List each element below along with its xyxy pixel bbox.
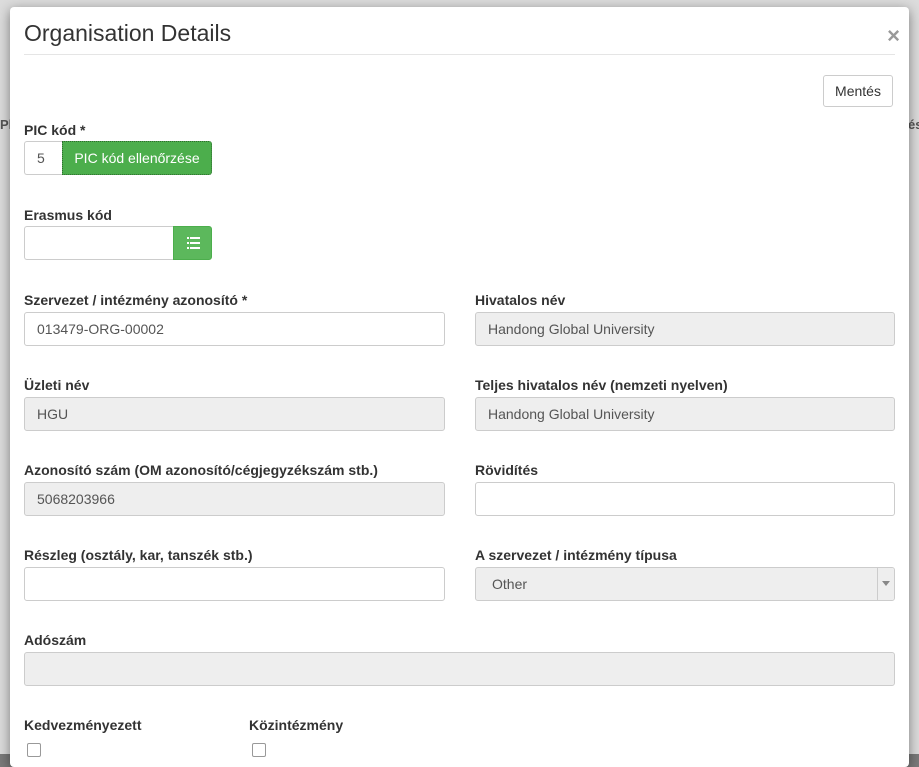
business-name-label: Üzleti név — [24, 377, 90, 393]
official-name-label: Hivatalos név — [475, 292, 566, 308]
beneficiary-checkbox[interactable] — [27, 743, 41, 757]
org-type-select[interactable]: Other — [475, 567, 895, 601]
department-label: Részleg (osztály, kar, tanszék stb.) — [24, 547, 253, 563]
erasmus-list-button[interactable] — [173, 226, 212, 260]
tax-number-label: Adószám — [24, 632, 87, 648]
id-number-input: 5068203966 — [24, 482, 445, 516]
list-icon — [187, 237, 200, 249]
org-type-selected-value: Other — [492, 576, 528, 592]
public-body-checkbox[interactable] — [252, 743, 266, 757]
check-pic-code-button[interactable]: PIC kód ellenőrzése — [62, 141, 212, 175]
close-icon[interactable]: × — [887, 25, 900, 47]
id-number-label: Azonosító szám (OM azonosító/cégjegyzéks… — [24, 462, 378, 478]
abbreviation-input[interactable] — [475, 482, 895, 516]
abbreviation-label: Rövidítés — [475, 462, 539, 478]
org-type-label: A szervezet / intézmény típusa — [475, 547, 677, 563]
org-id-label: Szervezet / intézmény azonosító * — [24, 292, 248, 308]
full-official-name-input: Handong Global University — [475, 397, 895, 431]
department-input[interactable] — [24, 567, 445, 601]
background-fragment: és — [908, 117, 919, 132]
business-name-input: HGU — [24, 397, 445, 431]
public-body-label: Közintézmény — [249, 717, 344, 733]
org-id-input[interactable]: 013479-ORG-00002 — [24, 312, 445, 346]
beneficiary-label: Kedvezményezett — [24, 717, 142, 733]
modal-header: Organisation Details × — [24, 7, 900, 55]
official-name-input: Handong Global University — [475, 312, 895, 346]
erasmus-code-label: Erasmus kód — [24, 207, 112, 223]
full-official-name-label: Teljes hivatalos név (nemzeti nyelven) — [475, 377, 728, 393]
pic-code-label: PIC kód * — [24, 122, 86, 138]
modal-title: Organisation Details — [24, 20, 232, 46]
pic-code-input[interactable]: 5 — [24, 141, 62, 175]
erasmus-code-input[interactable] — [24, 226, 174, 260]
save-button[interactable]: Mentés — [823, 75, 893, 107]
organisation-details-modal: Organisation Details × Mentés PIC kód * … — [10, 7, 909, 767]
chevron-down-icon[interactable] — [877, 568, 894, 600]
tax-number-input — [24, 652, 895, 686]
